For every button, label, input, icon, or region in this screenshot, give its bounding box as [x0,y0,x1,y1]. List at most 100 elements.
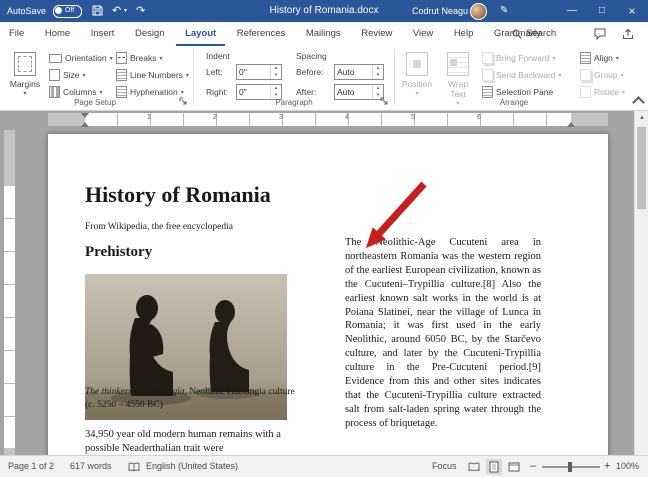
scroll-up-button[interactable]: ▲ [635,111,648,125]
tab-view[interactable]: View [404,22,442,45]
editing-mode-button[interactable]: ✎ [500,0,508,22]
spinner-up-icon[interactable]: ▴ [373,85,383,92]
minimize-button[interactable]: — [560,0,584,22]
spacing-before-input[interactable] [335,65,372,79]
indent-right-label: Right: [206,87,229,97]
language-status[interactable]: English (United States) [146,456,238,477]
breaks-button[interactable]: Breaks ▾ [114,50,164,66]
line-numbers-button[interactable]: Line Numbers ▾ [114,67,191,83]
maximize-button[interactable]: □ [590,0,614,22]
tab-insert[interactable]: Insert [82,22,124,45]
send-backward-button[interactable]: Send Backward ▾ [480,67,564,83]
orientation-label: Orientation [65,53,107,63]
chevron-down-icon: ▾ [99,89,103,96]
align-button[interactable]: Align ▾ [578,50,621,66]
orientation-icon [49,53,62,63]
line-numbers-label: Line Numbers [130,70,183,80]
chevron-down-icon: ▾ [185,72,189,79]
spacing-before-stepper[interactable]: ▴▾ [334,64,384,80]
ruler-number: 3 [279,114,283,121]
group-button[interactable]: Group ▾ [578,67,626,83]
spinner-down-icon[interactable]: ▾ [271,72,281,79]
page-number-status[interactable]: Page 1 of 2 [8,456,54,477]
collapse-ribbon-button[interactable] [632,96,645,109]
tab-layout[interactable]: Layout [176,24,226,47]
vertical-ruler[interactable] [4,130,15,455]
indent-left-input[interactable] [237,65,270,79]
close-button[interactable]: × [620,0,644,22]
hanging-indent-marker[interactable] [81,118,89,127]
tab-references[interactable]: References [228,22,295,45]
avatar[interactable] [470,3,487,20]
right-indent-marker[interactable] [567,118,575,127]
chevron-down-icon: ▾ [109,55,113,62]
align-icon [580,52,591,64]
doc-heading-prehistory[interactable]: Prehistory [85,244,152,261]
columns-label: Columns [63,87,97,97]
share-icon [622,28,634,40]
read-mode-button[interactable] [466,459,482,475]
vertical-scrollbar[interactable]: ▲ [634,111,648,455]
size-button[interactable]: Size ▾ [47,67,88,83]
share-button[interactable] [622,28,634,42]
tab-review[interactable]: Review [352,22,401,45]
group-divider [193,49,194,105]
zoom-in-button[interactable]: + [604,456,610,477]
account-name[interactable]: Codrut Neagu [412,0,468,22]
autosave-toggle[interactable]: Off [53,5,82,18]
page-setup-dialog-launcher[interactable] [179,97,187,107]
scrollbar-thumb[interactable] [637,127,646,209]
spinner[interactable]: ▴ ▾ [270,65,281,79]
ruler-number: 6 [477,114,481,121]
word-count-status[interactable]: 617 words [70,456,112,477]
save-button[interactable] [92,5,103,18]
zoom-out-icon: – [530,460,537,472]
ruler-number: 2 [213,114,217,121]
redo-button[interactable]: ↷ [136,0,145,22]
doc-subtitle[interactable]: From Wikipedia, the free encyclopedia [85,222,233,232]
web-layout-button[interactable] [506,459,522,475]
position-label: Position [401,79,433,89]
spinner[interactable]: ▴ ▾ [372,65,383,79]
vertical-ruler-text-area [4,186,15,448]
orientation-button[interactable]: Orientation ▾ [47,50,115,66]
search-box[interactable]: Search [512,22,556,45]
tab-help[interactable]: Help [445,22,483,45]
tab-design[interactable]: Design [126,22,174,45]
align-label: Align [594,53,613,63]
zoom-level[interactable]: 100% [616,456,639,477]
tab-mailings[interactable]: Mailings [297,22,350,45]
tab-file[interactable]: File [0,22,33,45]
spinner-down-icon[interactable]: ▾ [373,72,383,79]
print-layout-button[interactable] [486,459,502,475]
horizontal-ruler[interactable]: 1 2 3 4 5 6 [48,113,608,127]
autosave-state: Off [65,7,75,14]
undo-dropdown-button[interactable]: ▾ [124,0,127,22]
proofing-status-button[interactable] [128,462,140,474]
doc-title[interactable]: History of Romania [85,182,271,208]
right-column-paragraph[interactable]: The Neolithic-Age Cucuteni area in north… [345,236,541,431]
spinner-up-icon[interactable]: ▴ [271,65,281,72]
zoom-out-button[interactable]: – [530,456,536,477]
figure-caption[interactable]: The thinkers of Hamangia, Neolithic Hama… [85,386,297,412]
zoom-slider-thumb[interactable] [568,462,572,472]
maximize-icon: □ [598,5,606,16]
bring-forward-button[interactable]: Bring Forward ▾ [480,50,557,66]
indent-left-stepper[interactable]: ▴▾ [236,64,282,80]
focus-button[interactable]: Focus [432,456,457,477]
chevron-down-icon: ▾ [615,55,619,62]
web-layout-icon [508,462,520,472]
spinner-up-icon[interactable]: ▴ [373,65,383,72]
left-column-paragraph[interactable]: 34,950 year old modern human remains wit… [85,428,293,457]
tab-home[interactable]: Home [36,22,79,45]
title-bar: AutoSave Off ↶ ▾ ↷ History of Romania.do… [0,0,648,22]
document-page[interactable]: History of Romania From Wikipedia, the f… [48,134,608,474]
paragraph-dialog-launcher[interactable] [380,97,388,107]
search-icon [512,28,522,39]
close-icon: × [628,4,636,18]
hyphenation-label: Hyphenation [130,87,178,97]
undo-button[interactable]: ↶ [112,0,121,22]
spinner-up-icon[interactable]: ▴ [271,85,281,92]
search-label: Search [526,28,557,39]
comments-button[interactable] [594,28,606,42]
